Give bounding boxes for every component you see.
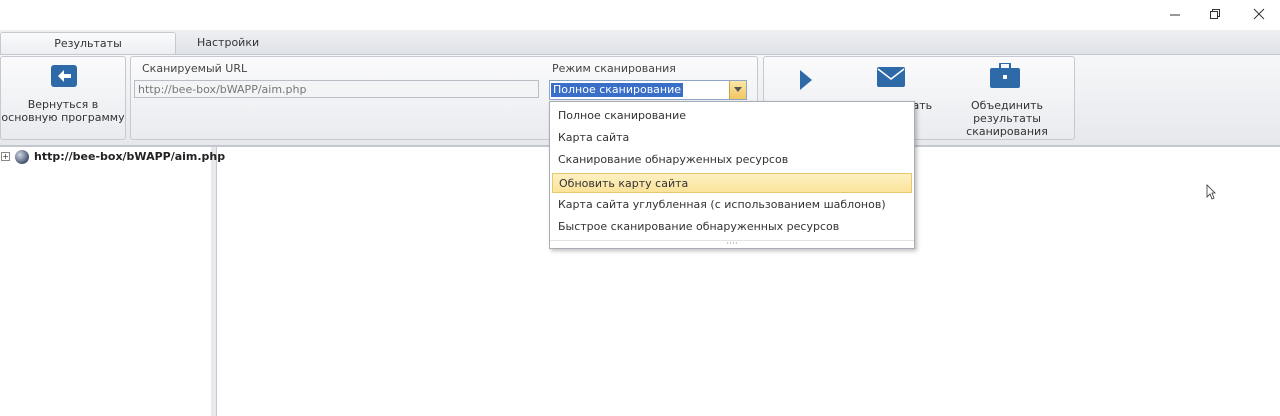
dropdown-arrow-button[interactable] [729,81,746,99]
dropdown-option[interactable]: Полное сканирование [552,106,912,126]
scan-mode-select[interactable]: Полное сканирование [549,80,747,100]
tab-scan-results[interactable]: Результаты Сканирования [0,32,176,72]
site-tree-pane[interactable] [0,147,212,416]
url-input[interactable] [134,80,539,98]
back-button-label: Вернуться в основную программу [1,98,125,124]
title-bar [0,0,1280,30]
dropdown-option[interactable]: Быстрое сканирование обнаруженных ресурс… [552,217,912,237]
close-button[interactable] [1238,0,1280,28]
merge-label-line2: сканирования [966,125,1048,138]
tab-settings[interactable]: Настройки [185,32,271,54]
dropdown-option[interactable]: Сканирование обнаруженных ресурсов [552,150,912,170]
back-label-line1: Вернуться в [27,98,99,111]
minimize-button[interactable] [1154,0,1196,28]
mouse-pointer-icon [1206,184,1216,203]
merge-results-label: Объединить результаты сканирования [940,99,1074,138]
dropdown-option-highlighted[interactable]: Обновить карту сайта [552,173,912,193]
restore-button[interactable] [1194,0,1236,28]
minimize-icon [1170,14,1180,16]
tree-expander-icon[interactable]: + [1,152,10,161]
merge-label-line1: Объединить результаты [971,99,1043,125]
back-to-main-button[interactable]: Вернуться в основную программу [0,56,126,140]
scan-mode-value: Полное сканирование [551,83,684,97]
url-caption: Сканируемый URL [142,62,248,75]
briefcase-icon [990,63,1020,88]
merge-results-button[interactable]: Объединить результаты сканирования [940,61,1074,138]
back-label-line2: основную программу [1,111,125,124]
globe-icon [15,150,29,164]
dropdown-resize-grip[interactable]: ···· [550,240,914,249]
envelope-icon [877,67,905,87]
dropdown-option[interactable]: Карта сайта углубленная (с использование… [552,195,912,215]
play-icon [800,70,812,90]
arrow-left-icon [51,65,77,90]
dropdown-option[interactable]: Карта сайта [552,128,912,148]
scan-mode-caption: Режим сканирования [552,62,676,75]
restore-icon [1210,9,1220,19]
tree-root-item[interactable]: http://bee-box/bWAPP/aim.php [34,150,225,163]
scan-mode-dropdown-list: Полное сканирование Карта сайта Сканиров… [549,101,915,249]
chevron-down-icon [734,87,742,92]
close-icon [1253,8,1265,20]
